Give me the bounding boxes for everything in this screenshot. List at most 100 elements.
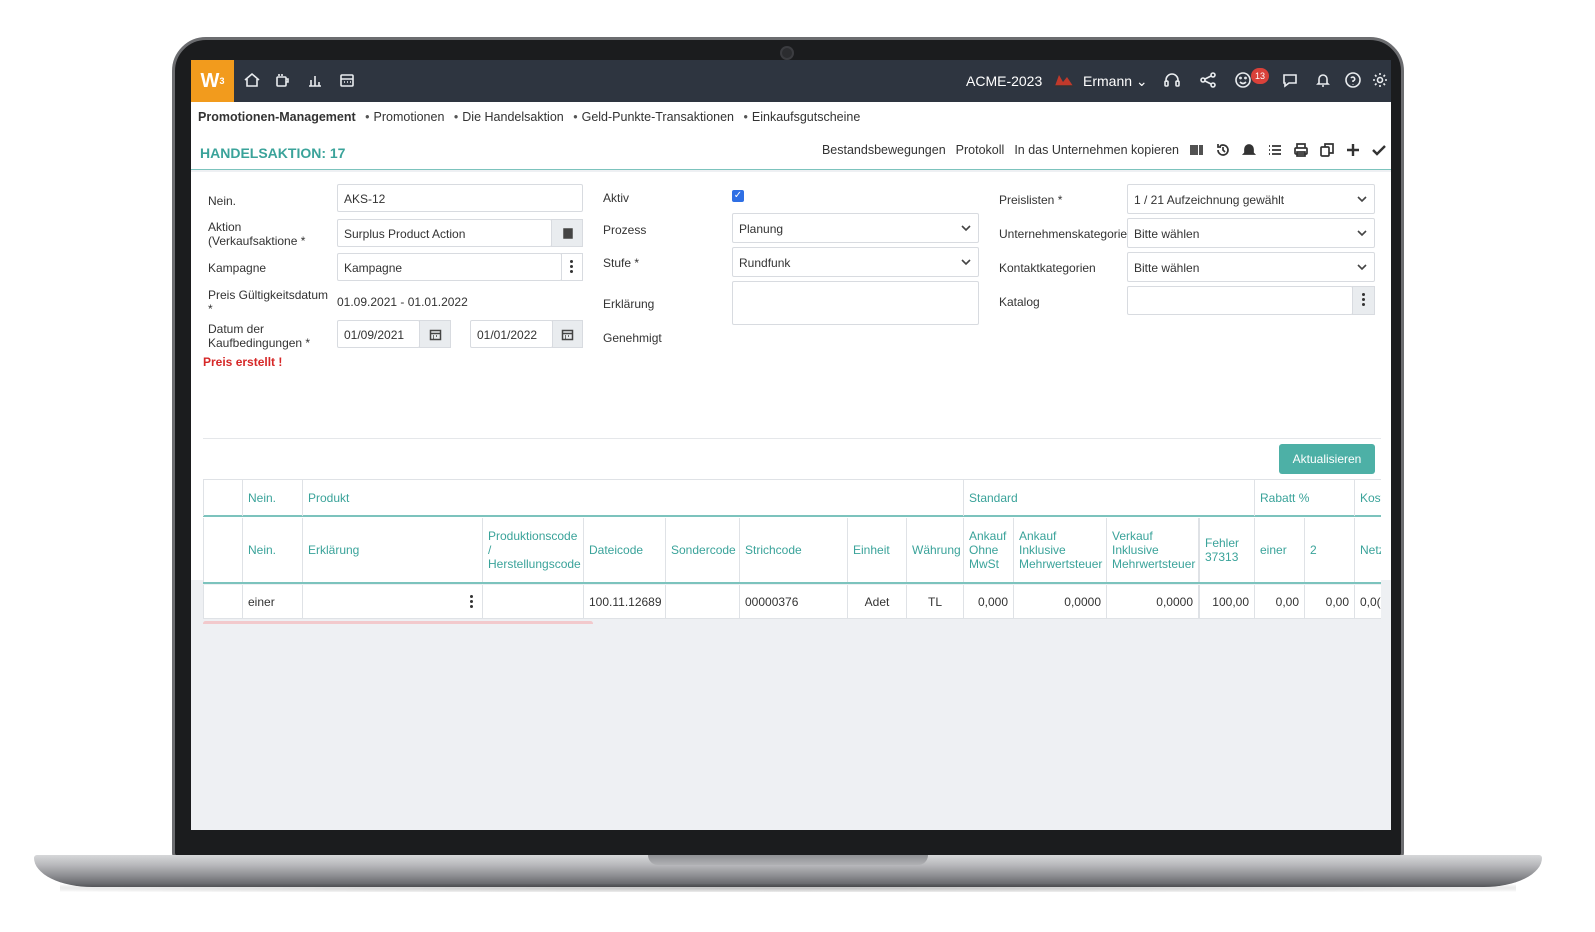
column-header[interactable]: Produktionscode / Herstellungscode: [483, 518, 584, 582]
log-link[interactable]: Protokoll: [956, 143, 1005, 157]
barcode-icon[interactable]: [1189, 142, 1205, 158]
column-header[interactable]: einer: [1255, 518, 1305, 582]
campaign-input[interactable]: Kampagne: [337, 253, 562, 281]
process-select[interactable]: Planung: [732, 213, 979, 243]
calendar-icon[interactable]: [552, 320, 583, 348]
horizontal-scrollbar[interactable]: [203, 621, 593, 624]
purchase-date-to-input[interactable]: 01/01/2022: [470, 320, 553, 348]
active-checkbox[interactable]: ✓: [732, 190, 744, 202]
breadcrumb: Promotionen-Management • Promotionen • Die…: [191, 102, 1391, 136]
help-icon[interactable]: [1344, 71, 1362, 89]
chat-icon[interactable]: [1281, 71, 1299, 89]
copy-to-company-link[interactable]: In das Unternehmen kopieren: [1014, 143, 1179, 157]
column-header[interactable]: Erklärung: [303, 518, 483, 582]
chart-icon[interactable]: [306, 71, 324, 89]
column-header[interactable]: Fehler 37313: [1200, 518, 1255, 582]
column-header[interactable]: 2: [1305, 518, 1355, 582]
breadcrumb-item-promotions[interactable]: Promotionen: [374, 110, 445, 124]
share-icon[interactable]: [1199, 71, 1217, 89]
purchase-date-label: Datum der Kaufbedingungen *: [208, 322, 311, 350]
column-header[interactable]: Nein.: [243, 518, 303, 582]
headset-icon[interactable]: [1163, 71, 1181, 89]
column-header[interactable]: Ankauf Ohne MwSt: [964, 518, 1014, 582]
list-icon[interactable]: [1267, 142, 1283, 158]
laptop-notch: [648, 855, 928, 865]
table-cell: 100.11.12689: [584, 585, 666, 619]
group-header-standard: Standard: [964, 480, 1255, 516]
smiley-icon[interactable]: [1234, 71, 1252, 89]
purchase-date-from-input[interactable]: 01/09/2021: [337, 320, 420, 348]
column-header[interactable]: Währung: [907, 518, 964, 582]
breadcrumb-item-money-points[interactable]: Geld-Punkte-Transaktionen: [582, 110, 734, 124]
column-header[interactable]: Netz: [1355, 518, 1381, 582]
row-select-cell[interactable]: [203, 585, 243, 619]
divider: [203, 438, 1381, 439]
action-toolbar: Bestandsbewegungen Protokoll In das Unte…: [822, 142, 1391, 158]
stage-select[interactable]: Rundfunk: [732, 247, 979, 277]
top-navbar: W3 ACME-2023 Ermann ⌄ 13: [191, 60, 1391, 102]
plus-icon[interactable]: [1345, 142, 1361, 158]
products-table: Nein. Produkt Standard Rabatt % Kost Nei…: [203, 479, 1381, 624]
explanation-textarea[interactable]: [732, 281, 979, 325]
catalog-input[interactable]: [1127, 286, 1353, 315]
gear-icon[interactable]: [1371, 71, 1389, 89]
update-button[interactable]: Aktualisieren: [1279, 444, 1375, 474]
table-cell: Adet: [848, 585, 907, 619]
chevron-down-icon: [1356, 193, 1368, 205]
home-icon[interactable]: [243, 71, 261, 89]
bell-icon[interactable]: [1241, 142, 1257, 158]
campaign-menu-button[interactable]: [561, 253, 583, 281]
column-header[interactable]: Dateicode: [584, 518, 666, 582]
form-card: Nein. AKS-12 Aktion (Verkaufsaktione * S…: [191, 172, 1391, 624]
table-cell: 0,00: [1255, 585, 1305, 619]
table-cell: 0,0000: [1107, 585, 1200, 619]
kebab-icon: [1361, 293, 1366, 308]
copy-icon[interactable]: [1319, 142, 1335, 158]
column-header[interactable]: Verkauf Inklusive Mehrwertsteuer: [1107, 518, 1200, 582]
chevron-down-icon: [960, 222, 972, 234]
no-label: Nein.: [208, 194, 237, 208]
chevron-down-icon: [960, 256, 972, 268]
laptop-shadow: [60, 884, 1516, 892]
bell-icon[interactable]: [1314, 71, 1332, 89]
table-cell-editable[interactable]: [303, 585, 483, 619]
page-header: HANDELSAKTION: 17 Bestandsbewegungen Pro…: [191, 136, 1391, 170]
no-input[interactable]: AKS-12: [337, 184, 583, 212]
catalog-menu-button[interactable]: [1352, 286, 1375, 315]
company-categories-select[interactable]: Bitte wählen: [1127, 218, 1375, 248]
column-header[interactable]: Ankauf Inklusive Mehrwertsteuer: [1014, 518, 1107, 582]
calendar-icon[interactable]: [338, 71, 356, 89]
kebab-icon[interactable]: [470, 595, 474, 610]
pricelists-label: Preislisten *: [999, 193, 1063, 207]
column-header[interactable]: Sondercode: [666, 518, 740, 582]
pricelists-select[interactable]: 1 / 21 Aufzeichnung gewählt: [1127, 184, 1375, 214]
stock-movements-link[interactable]: Bestandsbewegungen: [822, 143, 946, 157]
user-menu[interactable]: Ermann ⌄: [1083, 73, 1148, 90]
table-cell: [666, 585, 740, 619]
calendar-icon[interactable]: [419, 320, 451, 348]
breadcrumb-item-promotions-management[interactable]: Promotionen-Management: [198, 110, 356, 124]
print-icon[interactable]: [1293, 142, 1309, 158]
contact-categories-select[interactable]: Bitte wählen: [1127, 252, 1375, 282]
approved-label: Genehmigt: [603, 331, 662, 345]
column-header[interactable]: Einheit: [848, 518, 907, 582]
column-header[interactable]: Strichcode: [740, 518, 848, 582]
history-icon[interactable]: [1215, 142, 1231, 158]
check-icon[interactable]: [1371, 142, 1387, 158]
action-input[interactable]: Surplus Product Action: [337, 219, 552, 247]
campaign-label: Kampagne: [208, 261, 267, 275]
breadcrumb-item-trade-action[interactable]: Die Handelsaktion: [462, 110, 563, 124]
book-icon[interactable]: [551, 219, 583, 247]
company-selector[interactable]: ACME-2023: [966, 73, 1042, 89]
table-header: Nein. Erklärung Produktionscode / Herste…: [203, 518, 1381, 584]
app-logo[interactable]: W3: [191, 60, 234, 102]
table-cell: 00000376: [740, 585, 848, 619]
contact-categories-label: Kontaktkategorien: [999, 261, 1096, 275]
table-row[interactable]: einer 100.11.12689 00000376 Adet TL 0,00…: [203, 585, 1381, 619]
coffee-icon[interactable]: [274, 71, 292, 89]
group-header-blank: [203, 480, 243, 516]
explanation-label: Erklärung: [603, 297, 655, 311]
company-categories-label: Unternehmenskategorien: [999, 227, 1129, 241]
table-cell: 0,000: [964, 585, 1014, 619]
breadcrumb-item-vouchers[interactable]: Einkaufsgutscheine: [752, 110, 860, 124]
